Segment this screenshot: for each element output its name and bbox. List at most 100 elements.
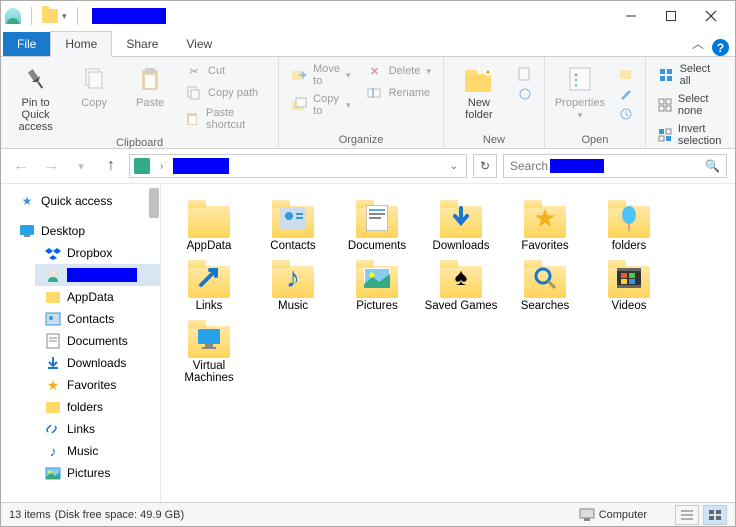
tree-dropbox[interactable]: Dropbox (35, 242, 160, 264)
folder-folders[interactable]: folders (591, 198, 667, 252)
appdata-icon (45, 289, 61, 305)
recent-locations-button[interactable]: ▾ (69, 154, 93, 178)
group-clipboard-label: Clipboard (9, 135, 270, 149)
select-all-button[interactable]: Select all (654, 61, 727, 89)
links-overlay-icon (196, 265, 222, 291)
folder-label: Contacts (270, 240, 315, 252)
music-icon: ♪ (45, 443, 61, 459)
folder-searches[interactable]: Searches (507, 258, 583, 312)
folder-videos[interactable]: Videos (591, 258, 667, 312)
tree-item-music[interactable]: ♪Music (35, 440, 160, 462)
copy-button[interactable]: Copy (70, 61, 118, 111)
move-to-button[interactable]: Move to (287, 61, 354, 89)
details-view-button[interactable] (675, 505, 699, 525)
rename-button[interactable]: Rename (363, 83, 435, 103)
tree-item-downloads[interactable]: Downloads (35, 352, 160, 374)
tree-item-favorites[interactable]: ★Favorites (35, 374, 160, 396)
music-overlay-icon: ♪ (286, 262, 300, 294)
dropbox-icon (45, 245, 61, 261)
tree-item-pictures[interactable]: Pictures (35, 462, 160, 484)
documents-overlay-icon (366, 205, 388, 231)
tree-user-selected[interactable] (35, 264, 160, 286)
downloads-icon (45, 355, 61, 371)
rename-icon (367, 85, 383, 101)
copy-icon (78, 63, 110, 95)
refresh-button[interactable]: ↻ (473, 154, 497, 178)
folder-music[interactable]: ♪Music (255, 258, 331, 312)
search-scope-redacted (550, 159, 604, 173)
folder-favorites[interactable]: ★Favorites (507, 198, 583, 252)
move-icon (291, 67, 307, 83)
tab-view[interactable]: View (172, 32, 226, 56)
minimize-button[interactable] (611, 1, 651, 31)
up-button[interactable]: ↑ (99, 154, 123, 178)
tab-file[interactable]: File (3, 32, 50, 56)
folder-virtual-machines[interactable]: Virtual Machines (171, 318, 247, 384)
folder-label: Documents (348, 240, 406, 252)
tree-quick-access[interactable]: ★Quick access (1, 190, 160, 212)
folder-label: Searches (521, 300, 570, 312)
scissors-icon: ✂ (186, 63, 202, 79)
close-button[interactable] (691, 1, 731, 31)
desktop-icon (19, 223, 35, 239)
tab-share[interactable]: Share (112, 32, 172, 56)
new-item-button[interactable] (514, 65, 536, 83)
folder-downloads[interactable]: Downloads (423, 198, 499, 252)
paste-button[interactable]: Paste (126, 61, 174, 111)
open-item-button[interactable] (615, 65, 637, 83)
folder-documents[interactable]: Documents (339, 198, 415, 252)
properties-button[interactable]: Properties (553, 61, 607, 123)
edit-button[interactable] (615, 85, 637, 103)
cut-button[interactable]: ✂Cut (182, 61, 270, 81)
invert-selection-button[interactable]: Invert selection (654, 121, 727, 149)
chevron-right-icon: › (156, 161, 167, 172)
tree-item-links[interactable]: Links (35, 418, 160, 440)
navigation-pane[interactable]: ★Quick access Desktop Dropbox AppDataCon… (1, 184, 161, 502)
folder-appdata[interactable]: AppData (171, 198, 247, 252)
tree-item-folders[interactable]: folders (35, 396, 160, 418)
copy-to-button[interactable]: Copy to (287, 91, 354, 119)
folder-icon[interactable] (42, 9, 58, 23)
quick-access-icon: ★ (19, 193, 35, 209)
items-view[interactable]: AppData Contacts Documents Downloads★Favori… (161, 184, 735, 502)
history-button[interactable] (615, 105, 637, 123)
search-box[interactable]: Search 🔍 (503, 154, 727, 178)
folder-label: Links (196, 300, 223, 312)
address-bar[interactable]: › ⌄ (129, 154, 467, 178)
pin-quick-access-button[interactable]: Pin to Quick access (9, 61, 62, 135)
collapse-ribbon-button[interactable]: ︿ (684, 31, 712, 56)
user-folder-icon (45, 267, 61, 283)
folder-label: Virtual Machines (171, 360, 247, 384)
folder-saved-games[interactable]: ♠Saved Games (423, 258, 499, 312)
tree-user-redacted (67, 268, 137, 282)
address-dropdown[interactable]: ⌄ (446, 161, 462, 172)
maximize-button[interactable] (651, 1, 691, 31)
delete-button[interactable]: ✕Delete (363, 61, 435, 81)
back-button[interactable]: ← (9, 154, 33, 178)
scrollbar-thumb[interactable] (149, 188, 159, 218)
copy-path-button[interactable]: Copy path (182, 83, 270, 103)
tree-item-appdata[interactable]: AppData (35, 286, 160, 308)
large-icons-view-button[interactable] (703, 505, 727, 525)
tree-item-documents[interactable]: Documents (35, 330, 160, 352)
folder-pictures[interactable]: Pictures (339, 258, 415, 312)
folder-links[interactable]: Links (171, 258, 247, 312)
tree-item-contacts[interactable]: Contacts (35, 308, 160, 330)
tab-home[interactable]: Home (50, 31, 112, 57)
pictures-overlay-icon (364, 268, 390, 288)
help-icon[interactable]: ? (712, 39, 729, 56)
forward-button[interactable]: → (39, 154, 63, 178)
select-none-button[interactable]: Select none (654, 91, 727, 119)
search-label: Search (510, 159, 548, 173)
paste-shortcut-button[interactable]: Paste shortcut (182, 105, 270, 133)
status-computer-label: Computer (599, 509, 647, 521)
documents-icon (45, 333, 61, 349)
new-folder-button[interactable]: ✦ New folder (452, 61, 506, 123)
folders-icon (45, 399, 61, 415)
tree-desktop[interactable]: Desktop (1, 220, 160, 242)
new-folder-icon: ✦ (463, 63, 495, 95)
folder-contacts[interactable]: Contacts (255, 198, 331, 252)
easy-access-button[interactable] (514, 85, 536, 103)
folder-label: Pictures (356, 300, 398, 312)
select-all-icon (658, 67, 674, 83)
